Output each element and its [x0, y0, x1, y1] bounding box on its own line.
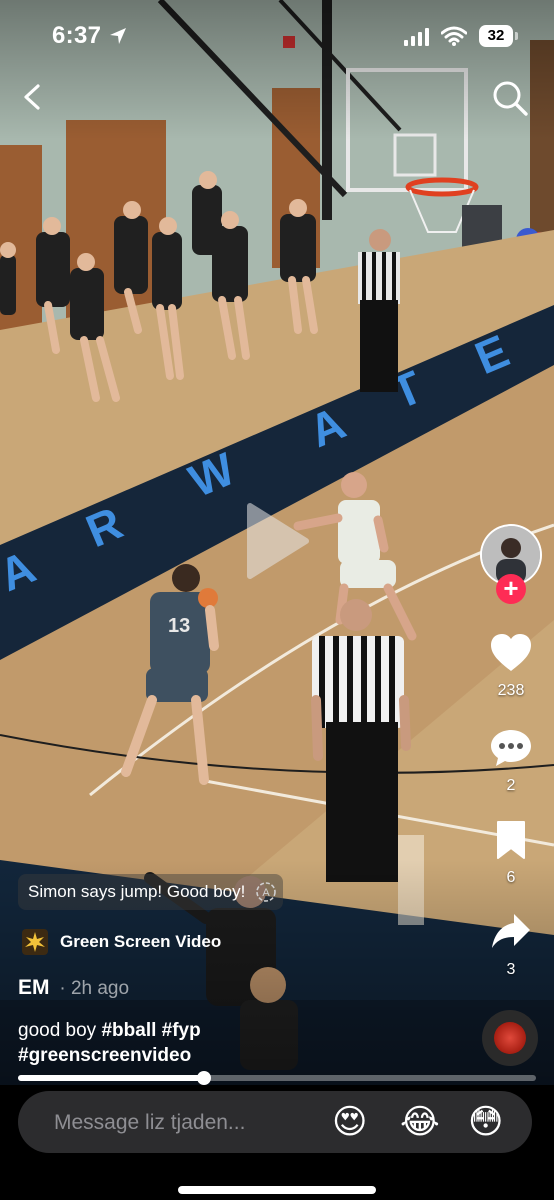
search-button[interactable]: [490, 78, 530, 118]
hashtag-bball[interactable]: #bball: [101, 1020, 156, 1041]
play-icon: [247, 503, 309, 579]
message-input-container[interactable]: 😍 😂 😳: [18, 1091, 532, 1155]
caption-body: good boy: [18, 1020, 97, 1041]
author-row[interactable]: EM · 2h ago: [18, 976, 129, 1000]
follow-button[interactable]: +: [496, 574, 526, 604]
author-name[interactable]: EM: [18, 976, 50, 999]
status-time: 6:37: [52, 22, 102, 49]
battery-icon: 32: [479, 25, 519, 47]
play-button[interactable]: [244, 500, 312, 582]
emoji-tears-of-joy-button[interactable]: 😂: [400, 1104, 440, 1140]
search-icon: [493, 81, 528, 116]
message-input[interactable]: [52, 1091, 326, 1155]
share-icon: [492, 914, 530, 948]
emoji-heart-eyes-button[interactable]: 😍: [332, 1104, 367, 1140]
bottom-bar: 😍 😂 😳: [0, 1085, 554, 1200]
video-progress-fill: [18, 1075, 204, 1081]
save-button[interactable]: 6: [481, 820, 541, 887]
cellular-signal-icon: [404, 28, 429, 46]
heart-icon: [491, 634, 531, 671]
share-count: 3: [506, 961, 516, 978]
hashtag-greenscreenvideo[interactable]: #greenscreenvideo: [18, 1045, 191, 1066]
chevron-left-icon: [24, 84, 40, 110]
comment-button[interactable]: 2: [481, 728, 541, 795]
post-time: · 2h ago: [59, 978, 130, 999]
like-button[interactable]: 238: [481, 633, 541, 700]
emoji-flushed-button[interactable]: 😳: [468, 1104, 503, 1140]
comment-count: 2: [506, 777, 516, 794]
sound-label[interactable]: Simon says jump! Good boy! A: [18, 874, 284, 910]
battery-level: 32: [479, 25, 513, 47]
svg-text:13: 13: [168, 615, 190, 637]
location-arrow-icon: [110, 28, 126, 44]
sound-label-text: Simon says jump! Good boy!: [28, 882, 246, 901]
status-bar: 6:37 32: [0, 0, 554, 72]
save-count: 6: [506, 869, 516, 886]
video-progress-knob[interactable]: [197, 1071, 211, 1085]
share-button[interactable]: 3: [481, 912, 541, 979]
music-disc-art: [494, 1022, 526, 1054]
bookmark-icon: [497, 821, 525, 859]
back-button[interactable]: [16, 80, 50, 114]
caption-text: good boy #bball #fyp #greenscreenvideo: [18, 1018, 318, 1068]
wifi-icon: [441, 26, 467, 46]
svg-text:A: A: [263, 887, 271, 899]
ai-generated-icon: A: [256, 882, 277, 902]
comment-icon: [491, 730, 531, 766]
music-disc[interactable]: [482, 1010, 538, 1066]
home-indicator: [178, 1186, 376, 1194]
effect-icon: [22, 929, 48, 955]
video-progress-bar[interactable]: [18, 1071, 536, 1085]
hashtag-fyp[interactable]: #fyp: [162, 1020, 201, 1041]
like-count: 238: [497, 682, 525, 699]
effect-label: Green Screen Video: [60, 932, 222, 951]
